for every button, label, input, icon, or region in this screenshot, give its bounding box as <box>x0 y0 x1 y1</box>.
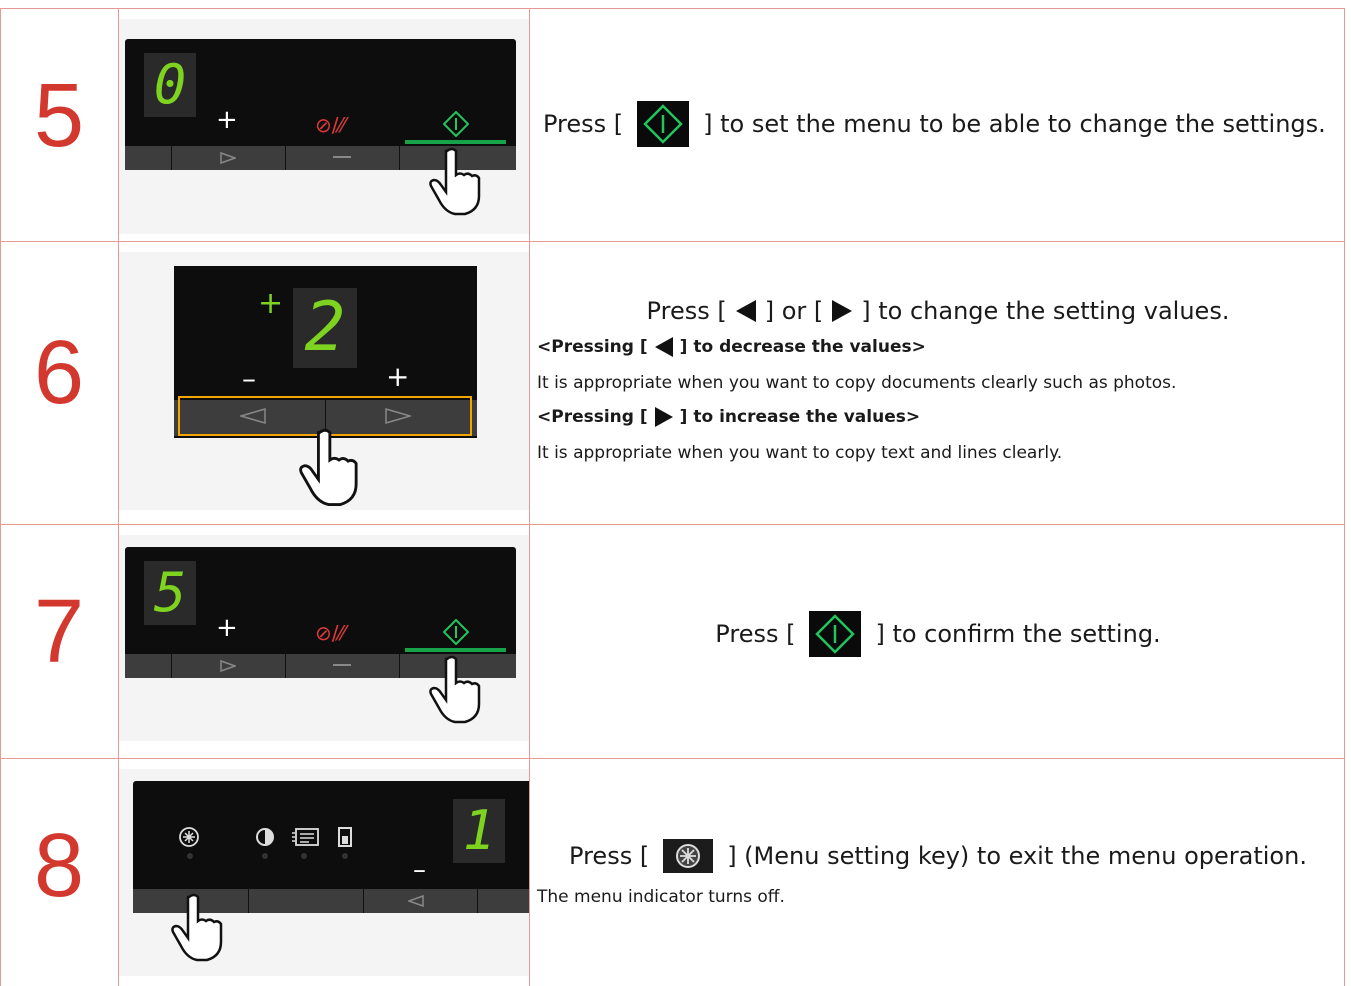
document-type-icon <box>290 827 320 847</box>
step-number: 8 <box>33 816 85 916</box>
led-display: 0 <box>144 53 196 117</box>
clear-stop-label: ⊘/⁄⁄ <box>315 113 346 137</box>
step-number: 5 <box>33 66 85 166</box>
start-bar <box>405 140 506 144</box>
start-bar <box>405 648 506 652</box>
plus-label: + <box>216 613 238 643</box>
contrast-icon <box>255 827 275 847</box>
control-panel: + 2 – + <box>174 266 477 438</box>
pointing-hand-icon <box>429 147 485 217</box>
step-description: Press [] or [] to change the setting val… <box>531 297 1345 463</box>
menu-setting-icon <box>177 825 201 849</box>
step-number: 7 <box>33 582 85 682</box>
left-arrow-icon <box>654 336 674 358</box>
start-icon <box>637 101 690 147</box>
start-indicator-icon <box>443 619 469 645</box>
note-text: It is appropriate when you want to copy … <box>537 443 1063 463</box>
subheading-decrease: <Pressing [] to decrease the values> <box>537 336 926 358</box>
note-text: The menu indicator turns off. <box>537 887 785 907</box>
start-indicator-icon <box>443 111 469 137</box>
clear-stop-label: ⊘/⁄⁄ <box>315 621 346 645</box>
menu-setting-icon <box>663 839 714 873</box>
right-key-icon[interactable] <box>220 152 236 164</box>
instruction-text: Press [] to set the menu to be able to c… <box>531 101 1345 147</box>
control-panel-image: 1 – <box>119 769 529 976</box>
left-key-icon[interactable] <box>240 408 266 424</box>
control-panel-image: + 2 – + <box>119 252 529 510</box>
step-description: Press [] (Menu setting key) to exit the … <box>531 839 1345 907</box>
right-arrow-icon <box>831 299 853 323</box>
start-icon <box>809 611 862 657</box>
step-row: 6 + 2 – + Press [] or [] to change the s… <box>0 242 1345 524</box>
right-arrow-icon <box>654 406 674 428</box>
left-arrow-icon <box>735 299 757 323</box>
toner-icon <box>337 826 353 848</box>
step-number: 6 <box>33 323 85 423</box>
step-row: 8 1 – Press [] (Menu setting key) to ex… <box>0 759 1345 986</box>
note-text: It is appropriate when you want to copy … <box>537 373 1177 393</box>
led-display: 5 <box>144 561 196 625</box>
plus-label: + <box>216 105 238 135</box>
control-panel-image: 0 + ⊘/⁄⁄ <box>119 19 529 234</box>
instruction-text: Press [] or [] to change the setting val… <box>646 297 1230 325</box>
plus-label: + <box>386 360 410 393</box>
led-display: 2 <box>293 288 357 368</box>
step-description: Press [] to confirm the setting. <box>531 611 1345 657</box>
subheading-increase: <Pressing [] to increase the values> <box>537 406 921 428</box>
minus-label: – <box>242 362 256 395</box>
minus-label: – <box>413 855 426 885</box>
control-panel-image: 5 + ⊘/⁄⁄ <box>119 535 529 741</box>
minus-key-icon[interactable] <box>333 156 351 158</box>
right-key-icon[interactable] <box>220 660 236 672</box>
pointing-hand-icon <box>299 428 363 508</box>
pointing-hand-icon <box>171 893 227 963</box>
instruction-text: Press [] to confirm the setting. <box>531 611 1345 657</box>
step-row: 5 0 + ⊘/⁄⁄ Press [] to set the menu to b… <box>0 9 1345 241</box>
minus-key-icon[interactable] <box>333 664 351 666</box>
plus-indicator: + <box>258 286 284 321</box>
pointing-hand-icon <box>429 655 485 725</box>
step-description: Press [] to set the menu to be able to c… <box>531 101 1345 147</box>
step-row: 7 5 + ⊘/⁄⁄ Press [] to confirm the setti… <box>0 525 1345 758</box>
right-key-icon[interactable] <box>385 408 411 424</box>
instruction-text: Press [] (Menu setting key) to exit the … <box>531 839 1345 873</box>
led-display: 1 <box>453 799 505 863</box>
left-key-icon[interactable] <box>408 895 424 907</box>
